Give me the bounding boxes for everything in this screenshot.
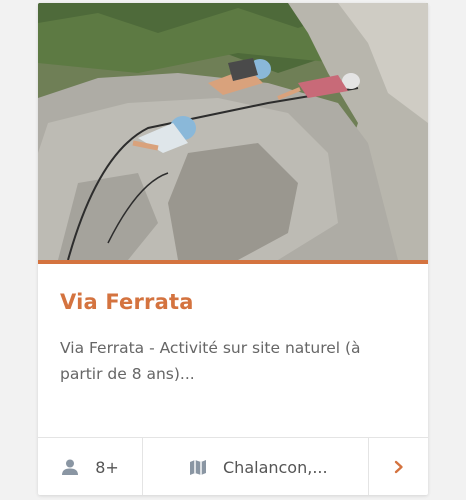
age-info: 8+	[38, 438, 143, 495]
location-info: Chalancon,...	[143, 438, 369, 495]
next-button[interactable]	[369, 438, 428, 495]
activity-photo[interactable]	[38, 3, 428, 260]
age-value: 8+	[95, 457, 119, 477]
location-value: Chalancon,...	[223, 457, 328, 477]
accent-divider	[38, 260, 428, 264]
chevron-right-icon	[394, 460, 404, 474]
map-icon	[189, 459, 207, 476]
person-icon	[61, 459, 79, 475]
activity-card[interactable]: Via Ferrata Via Ferrata - Activité sur s…	[38, 3, 428, 495]
card-footer: 8+ Chalancon,...	[38, 437, 428, 495]
card-description: Via Ferrata - Activité sur site naturel …	[60, 339, 361, 383]
card-title[interactable]: Via Ferrata	[60, 290, 194, 314]
